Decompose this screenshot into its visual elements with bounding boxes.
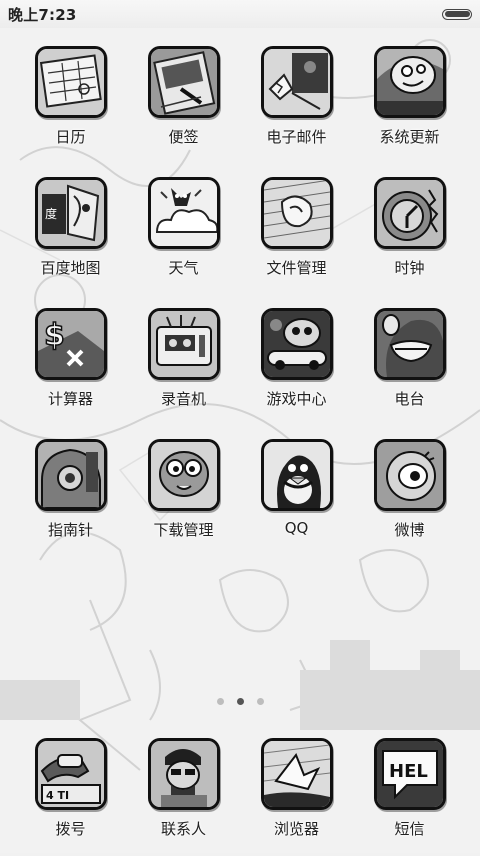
app-compass[interactable]: 指南针 <box>14 439 127 557</box>
app-notes[interactable]: 便签 <box>127 46 240 164</box>
app-radio[interactable]: 电台 <box>353 308 466 426</box>
dock-contacts[interactable]: 联系人 <box>127 738 240 856</box>
app-label: 浏览器 <box>273 820 319 838</box>
app-calendar[interactable]: 日历 <box>14 46 127 164</box>
svg-text:$: $ <box>44 318 65 353</box>
app-label: 微博 <box>394 521 425 539</box>
app-label: 联系人 <box>160 820 206 838</box>
phone-icon: 4 TI <box>34 738 107 810</box>
app-label: 日历 <box>55 128 86 146</box>
email-icon <box>260 46 333 118</box>
svg-text:4 TI: 4 TI <box>46 789 69 802</box>
app-label: 录音机 <box>160 390 206 408</box>
app-label: 文件管理 <box>266 259 327 277</box>
qq-icon <box>260 439 333 511</box>
app-game-center[interactable]: 游戏中心 <box>240 308 353 426</box>
app-calculator[interactable]: $ 计算器 <box>14 308 127 426</box>
app-label: 短信 <box>394 820 425 838</box>
app-grid: 日历 便签 电子邮件 系统更新 度 百度地图 天气 文件管理 时钟 $ 计算器 … <box>0 46 480 557</box>
app-label: 计算器 <box>47 390 93 408</box>
system-update-icon <box>373 46 446 118</box>
page-dot-active[interactable] <box>236 698 244 705</box>
calendar-icon <box>34 46 107 118</box>
messages-badge-text: HEL <box>389 761 428 782</box>
app-clock[interactable]: 时钟 <box>353 177 466 295</box>
app-label: 系统更新 <box>379 128 440 146</box>
app-label: 游戏中心 <box>266 390 327 408</box>
app-baidu-map[interactable]: 度 百度地图 <box>14 177 127 295</box>
app-system-update[interactable]: 系统更新 <box>353 46 466 164</box>
app-label: 时钟 <box>394 259 425 277</box>
notes-icon <box>147 46 220 118</box>
calculator-icon: $ <box>34 308 107 380</box>
weibo-icon <box>373 439 446 511</box>
page-indicator <box>0 698 480 705</box>
clock-icon <box>373 177 446 249</box>
page-dot[interactable] <box>256 698 264 705</box>
app-label: 下载管理 <box>153 521 214 539</box>
app-label: 天气 <box>168 259 199 277</box>
app-email[interactable]: 电子邮件 <box>240 46 353 164</box>
svg-text:度: 度 <box>45 206 57 221</box>
battery-icon <box>442 8 472 20</box>
dock: 4 TI 拨号 联系人 浏览器 HEL 短信 <box>0 738 480 856</box>
app-label: 百度地图 <box>40 259 101 277</box>
dock-phone[interactable]: 4 TI 拨号 <box>14 738 127 856</box>
messages-icon: HEL <box>373 738 446 810</box>
dock-messages[interactable]: HEL 短信 <box>353 738 466 856</box>
app-label: 便签 <box>168 128 199 146</box>
app-qq[interactable]: QQ <box>240 439 353 557</box>
compass-icon <box>34 439 107 511</box>
app-weibo[interactable]: 微博 <box>353 439 466 557</box>
browser-icon <box>260 738 333 810</box>
app-download-manager[interactable]: 下载管理 <box>127 439 240 557</box>
radio-icon <box>373 308 446 380</box>
app-label: 指南针 <box>47 521 93 539</box>
weather-icon <box>147 177 220 249</box>
app-file-manager[interactable]: 文件管理 <box>240 177 353 295</box>
status-bar: 晚上7:23 <box>0 0 480 28</box>
app-label: 拨号 <box>55 820 86 838</box>
battery-level-fill <box>444 11 470 17</box>
recorder-icon <box>147 308 220 380</box>
file-manager-icon <box>260 177 333 249</box>
download-manager-icon <box>147 439 220 511</box>
app-recorder[interactable]: 录音机 <box>127 308 240 426</box>
page-dot[interactable] <box>216 698 224 705</box>
app-label: QQ <box>284 519 309 537</box>
contacts-icon <box>147 738 220 810</box>
app-label: 电子邮件 <box>266 128 327 146</box>
dock-browser[interactable]: 浏览器 <box>240 738 353 856</box>
baidu-map-icon: 度 <box>34 177 107 249</box>
app-weather[interactable]: 天气 <box>127 177 240 295</box>
game-center-icon <box>260 308 333 380</box>
status-time: 晚上7:23 <box>8 5 77 24</box>
app-label: 电台 <box>394 390 425 408</box>
